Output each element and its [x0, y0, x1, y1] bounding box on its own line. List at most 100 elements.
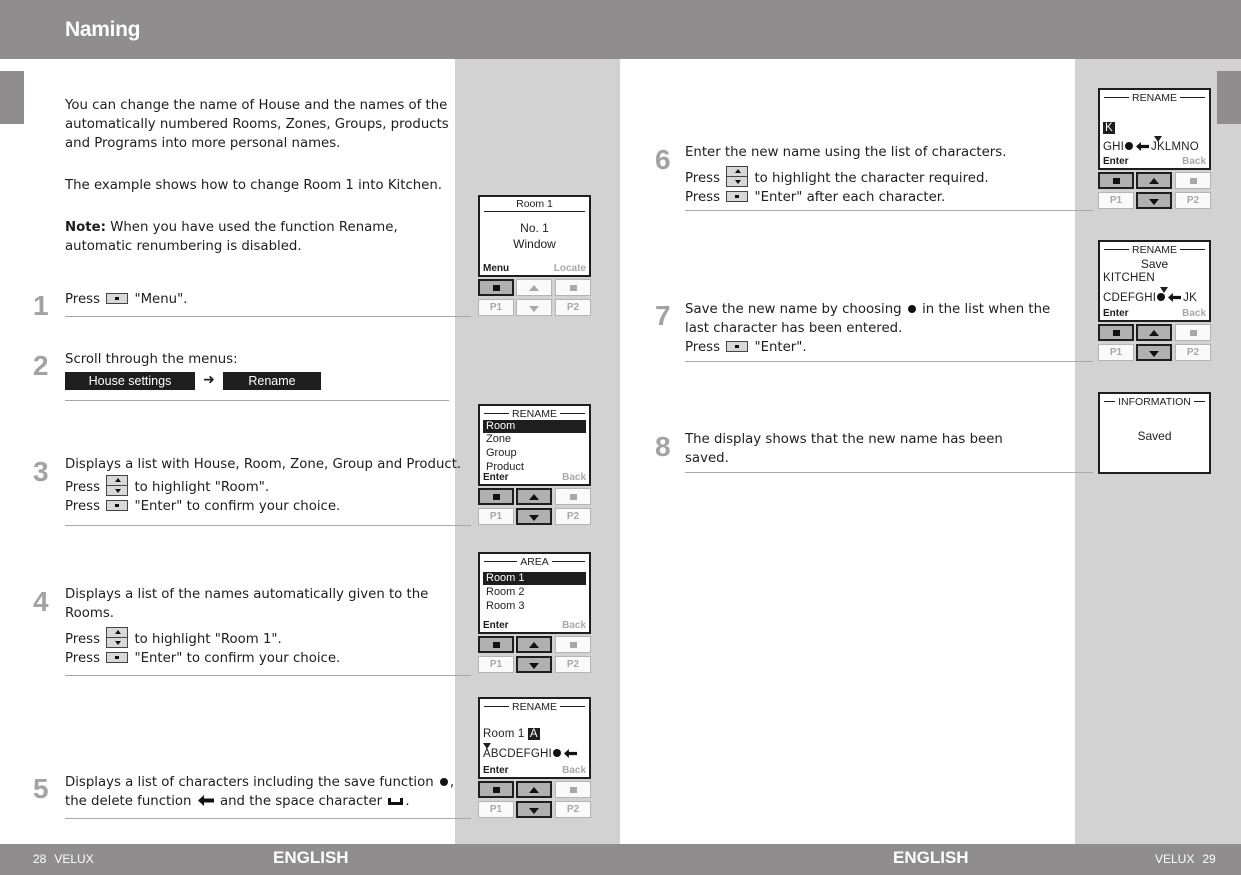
p1-button[interactable]: P1 [478, 508, 514, 525]
p2-button[interactable]: P2 [555, 656, 591, 673]
p1-button[interactable]: P1 [478, 299, 514, 316]
step-text: the delete function [65, 794, 192, 809]
right-softkey-button[interactable] [555, 636, 591, 653]
step-text: Displays a list of characters including … [65, 775, 434, 790]
right-softkey-button[interactable] [555, 488, 591, 505]
p2-button[interactable]: P2 [1175, 344, 1211, 361]
screen-line: No. 1 [520, 221, 549, 235]
step-8-text: The display shows that the new name has … [685, 430, 1003, 468]
down-button[interactable] [1136, 344, 1172, 361]
down-arrow-icon [1149, 198, 1159, 205]
page-title: Naming [65, 18, 141, 41]
delete-arrow-icon [197, 795, 214, 806]
step-text: Scroll through the menus: [65, 352, 238, 367]
left-tab-marker [0, 71, 24, 124]
up-button[interactable] [1136, 172, 1172, 189]
down-button[interactable] [516, 508, 552, 525]
p1-button[interactable]: P1 [478, 656, 514, 673]
left-softkey-button[interactable] [478, 636, 514, 653]
character-list: GHI JKLMNO [1103, 141, 1199, 153]
cursor-character: A [527, 728, 540, 740]
left-softkey-button[interactable] [478, 488, 514, 505]
up-button[interactable] [516, 781, 552, 798]
step-text: to highlight the character required. [754, 171, 989, 186]
intro-note: Note: When you have used the function Re… [65, 218, 450, 256]
down-button[interactable] [516, 299, 552, 316]
step-text: "Enter" to confirm your choice. [134, 651, 341, 666]
left-softkey-button[interactable] [478, 781, 514, 798]
page-number-left: 28 [33, 852, 47, 866]
footer-left: 28 VELUX [33, 852, 102, 866]
down-button[interactable] [516, 801, 552, 818]
softkey-right-label: Back [1182, 308, 1206, 319]
step-text: "Enter". [754, 340, 807, 355]
down-button[interactable] [1136, 192, 1172, 209]
current-name: KITCHEN [1103, 272, 1155, 284]
divider [65, 400, 449, 401]
list-item: Room 3 [486, 600, 525, 612]
save-dot-icon [439, 778, 448, 786]
up-button[interactable] [516, 279, 552, 296]
lcd-screen: INFORMATION Saved [1098, 392, 1211, 474]
p2-button[interactable]: P2 [1175, 192, 1211, 209]
p2-label: P2 [1186, 195, 1200, 206]
softkey-right-label: Back [562, 472, 586, 483]
step-5-text: Displays a list of characters including … [65, 773, 454, 811]
step-number: 1 [33, 290, 49, 321]
delete-arrow-icon [1168, 293, 1182, 302]
left-softkey-button[interactable] [1098, 172, 1134, 189]
remote-display-room1: Room 1 No. 1 Window Menu Locate P1 P2 [478, 195, 591, 319]
right-softkey-button[interactable] [555, 781, 591, 798]
step-number: 2 [33, 350, 49, 381]
keypad: P1 P2 [1098, 324, 1211, 364]
save-dot-icon [1157, 293, 1166, 301]
menu-chip-rename: Rename [223, 371, 321, 390]
enter-key-icon [726, 341, 749, 352]
up-arrow-icon [1149, 177, 1159, 184]
up-arrow-icon [529, 284, 539, 291]
divider [65, 675, 471, 676]
step-text: , [449, 775, 455, 790]
p2-button[interactable]: P2 [555, 299, 591, 316]
down-arrow-icon [1149, 350, 1159, 357]
up-button[interactable] [516, 636, 552, 653]
step-3-text: Displays a list with House, Room, Zone, … [65, 455, 461, 516]
p1-label: P1 [489, 804, 503, 815]
p1-button[interactable]: P1 [478, 801, 514, 818]
up-arrow-icon [529, 641, 539, 648]
right-softkey-button[interactable] [1175, 324, 1211, 341]
p2-button[interactable]: P2 [555, 801, 591, 818]
p1-button[interactable]: P1 [1098, 344, 1134, 361]
right-softkey-button[interactable] [1175, 172, 1211, 189]
step-7-text: Save the new name by choosing in the lis… [685, 300, 1050, 357]
remote-display-rename-room1: RENAME Room 1 A ABCDEFGHI Enter Back P1 … [478, 697, 591, 821]
up-button[interactable] [516, 488, 552, 505]
square-icon [569, 493, 577, 500]
remote-display-rename-k: RENAME K GHI JKLMNO Enter Back P1 P2 [1098, 88, 1211, 212]
list-item-selected: Room [483, 420, 586, 433]
step-text: to highlight "Room". [134, 480, 270, 495]
step-text: Enter the new name using the list of cha… [685, 145, 1007, 160]
down-button[interactable] [516, 656, 552, 673]
p1-label: P1 [489, 511, 503, 522]
up-arrow-icon [1149, 329, 1159, 336]
up-down-key-icon [106, 475, 129, 496]
up-arrow-icon [529, 786, 539, 793]
character-list: CDEFGHI JK [1103, 292, 1197, 304]
footer-right: VELUX 29 [1147, 852, 1216, 866]
p2-button[interactable]: P2 [555, 508, 591, 525]
square-icon [1189, 329, 1197, 336]
delete-arrow-icon [1136, 142, 1150, 151]
left-softkey-button[interactable] [1098, 324, 1134, 341]
lcd-screen: RENAME K GHI JKLMNO Enter Back [1098, 88, 1211, 170]
left-softkey-button[interactable] [478, 279, 514, 296]
right-softkey-button[interactable] [555, 279, 591, 296]
step-number: 4 [33, 586, 49, 617]
screen-title: RENAME [1104, 243, 1205, 256]
keypad: P1 P2 [478, 279, 591, 319]
intro-paragraph: You can change the name of House and the… [65, 98, 449, 151]
up-button[interactable] [1136, 324, 1172, 341]
p1-button[interactable]: P1 [1098, 192, 1134, 209]
p2-label: P2 [566, 302, 580, 313]
language-left: ENGLISH [273, 848, 349, 867]
